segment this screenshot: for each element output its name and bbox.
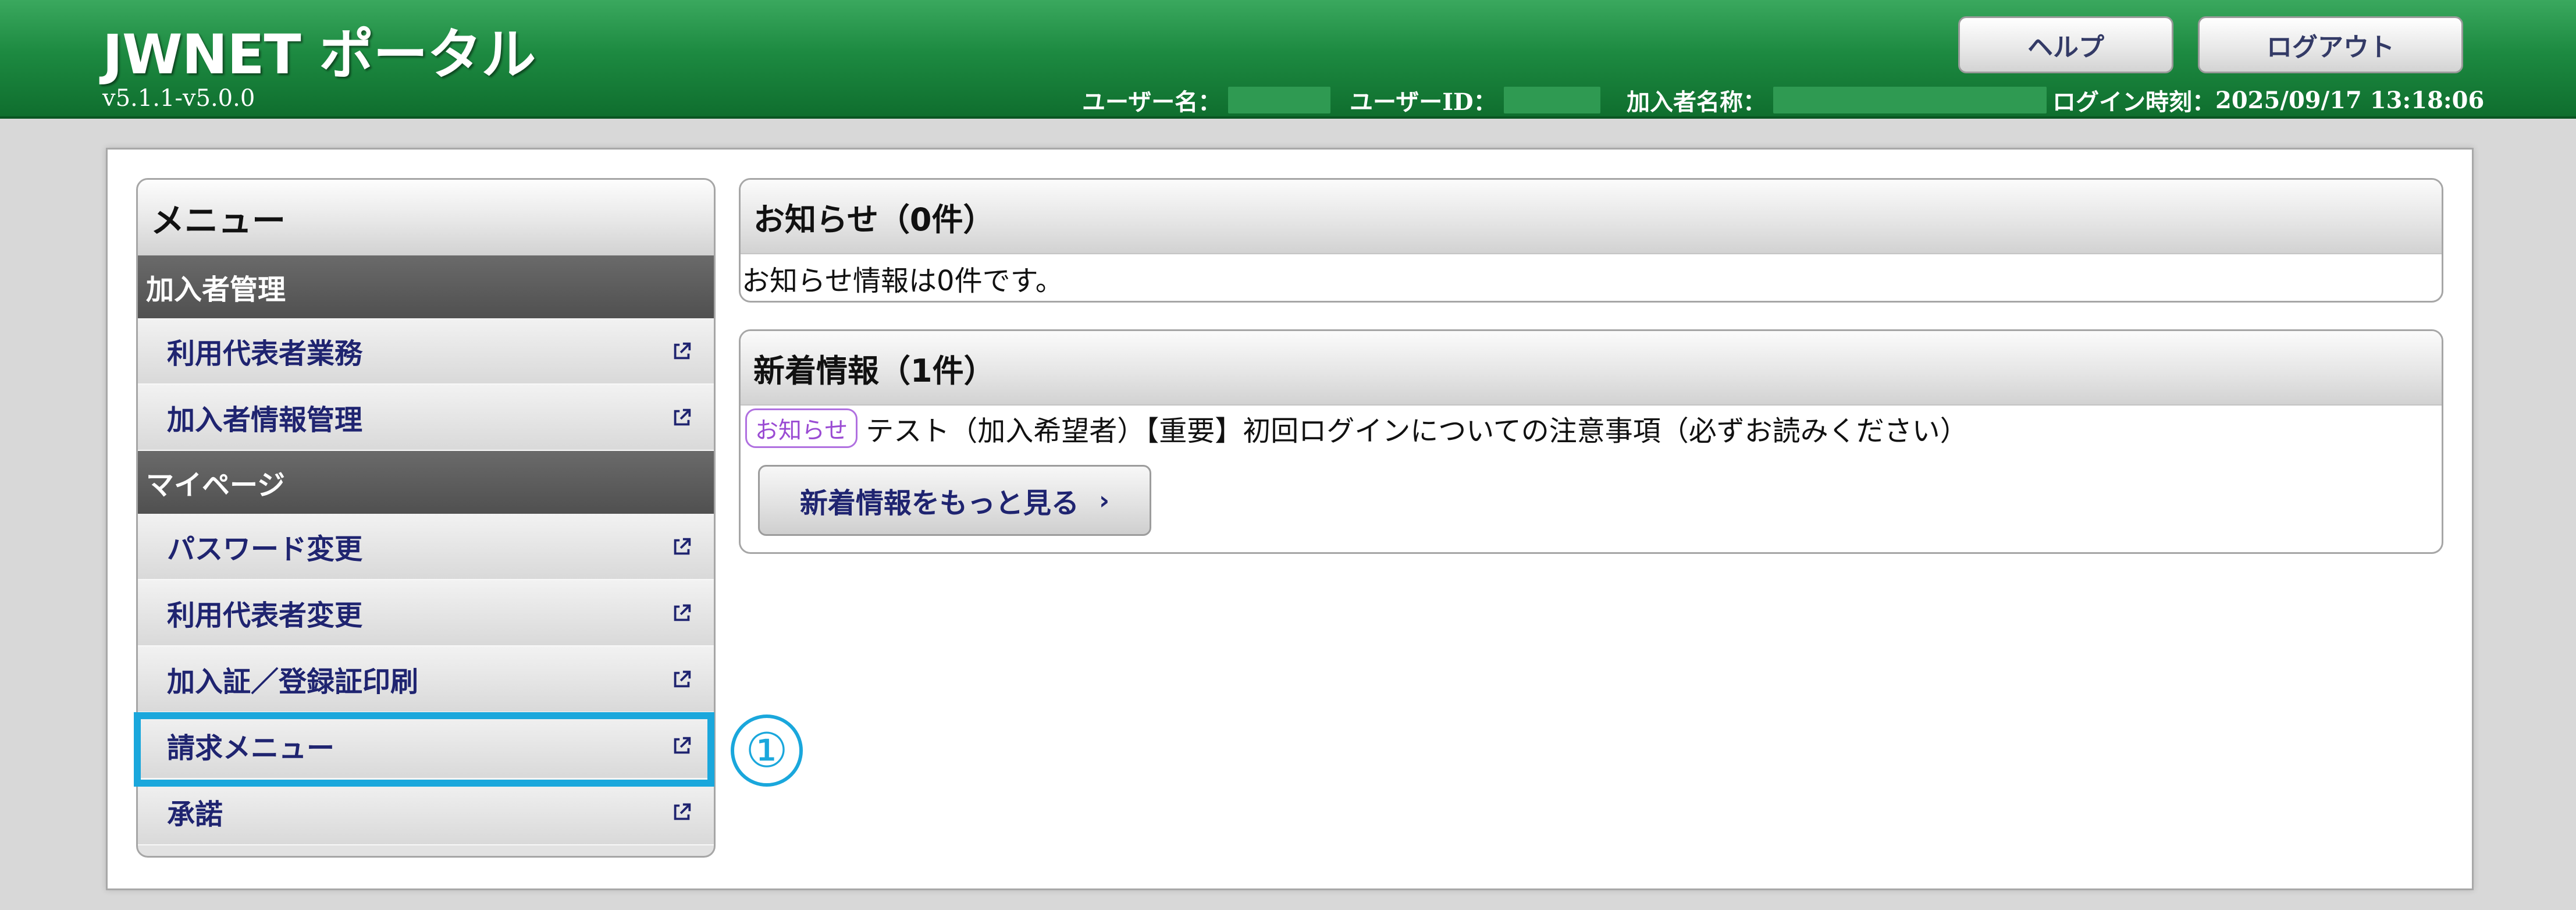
news-panel: 新着情報（1件） お知らせ テスト（加入希望者）【重要】初回ログインについての注… (739, 329, 2443, 554)
member-name-field: 加入者名称： (1627, 84, 2047, 116)
menu-item-label: パスワード変更 (167, 533, 363, 566)
menu-item-label: 請求メニュー (167, 732, 335, 765)
version-label: v5.1.1-v5.0.0 (102, 85, 255, 112)
login-time-field: ログイン時刻： 2025/09/17 13:18:06 (2052, 84, 2484, 116)
menu-item-print-certificate[interactable]: 加入証／登録証印刷 (138, 646, 714, 713)
login-time-label: ログイン時刻： (2052, 88, 2215, 116)
external-link-icon (674, 604, 691, 621)
user-name-label: ユーザー名： (1082, 88, 1222, 116)
more-news-button[interactable]: 新着情報をもっと見る › (758, 465, 1151, 536)
user-id-masked (1503, 87, 1600, 113)
member-name-label: 加入者名称： (1627, 88, 1766, 116)
sidebar-menu: メニュー 加入者管理 利用代表者業務 加入者情報管理 マイページ パスワード変更… (136, 178, 716, 858)
user-name-field: ユーザー名： (1082, 84, 1331, 116)
menu-item-change-representative[interactable]: 利用代表者変更 (138, 580, 714, 646)
menu-item-label: 利用代表者業務 (167, 337, 363, 370)
user-id-label: ユーザーID： (1350, 88, 1497, 116)
news-tag-badge: お知らせ (745, 408, 858, 448)
menu-item-representative-tasks[interactable]: 利用代表者業務 (138, 318, 714, 385)
external-link-icon (674, 737, 691, 754)
external-link-icon (674, 803, 691, 820)
menu-item-label: 利用代表者変更 (167, 599, 363, 632)
login-time-value: 2025/09/17 13:18:06 (2215, 86, 2485, 114)
member-name-masked (1773, 87, 2047, 113)
news-item[interactable]: お知らせ テスト（加入希望者）【重要】初回ログインについての注意事項（必ずお読み… (745, 408, 1968, 449)
step-number-callout: ① (731, 715, 803, 787)
notices-panel: お知らせ（0件） お知らせ情報は0件です。 (739, 178, 2443, 303)
logout-button[interactable]: ログアウト (2198, 16, 2463, 73)
news-item-text[interactable]: テスト（加入希望者）【重要】初回ログインについての注意事項（必ずお読みください） (866, 408, 1968, 449)
external-link-icon (674, 342, 691, 360)
help-button[interactable]: ヘルプ (1958, 16, 2173, 73)
app-title: JWNET ポータル (102, 23, 536, 87)
menu-section-my-page: マイページ (138, 451, 714, 514)
news-title: 新着情報（1件） (741, 331, 2442, 406)
external-link-icon (674, 408, 691, 426)
menu-item-consent[interactable]: 承諾 (138, 779, 714, 845)
chevron-right-icon: › (1098, 485, 1110, 516)
menu-section-member-management: 加入者管理 (138, 255, 714, 318)
menu-item-label: 加入者情報管理 (167, 404, 363, 436)
user-id-field: ユーザーID： (1350, 84, 1600, 116)
menu-item-label: 加入証／登録証印刷 (167, 666, 419, 698)
menu-item-member-info[interactable]: 加入者情報管理 (138, 385, 714, 451)
external-link-icon (674, 670, 691, 688)
external-link-icon (674, 538, 691, 555)
menu-item-label: 承諾 (167, 798, 223, 831)
menu-title: メニュー (138, 180, 714, 255)
more-news-label: 新着情報をもっと見る (799, 487, 1079, 520)
user-name-masked (1228, 87, 1331, 113)
notices-title: お知らせ（0件） (741, 180, 2442, 254)
notices-message: お知らせ情報は0件です。 (742, 265, 1063, 297)
header-bar: JWNET ポータル v5.1.1-v5.0.0 ヘルプ ログアウト ユーザー名… (0, 0, 2576, 119)
menu-item-billing-menu[interactable]: 請求メニュー (138, 713, 714, 779)
menu-item-change-password[interactable]: パスワード変更 (138, 514, 714, 580)
